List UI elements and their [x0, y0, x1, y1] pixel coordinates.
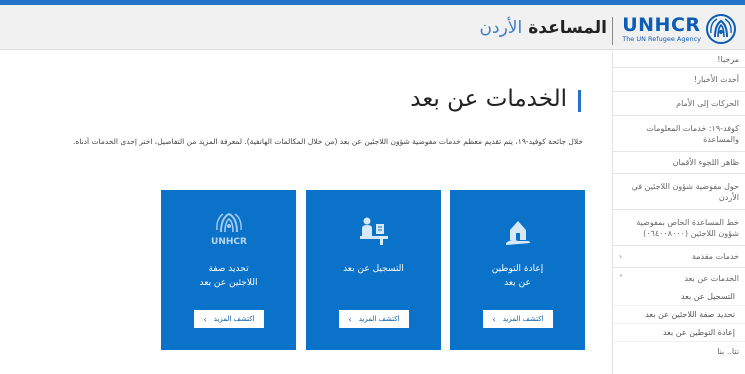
sidebar-item-label: حول مفوضية شؤون اللاجئين في الأردن	[631, 181, 739, 202]
site-title-bold: المساعدة	[528, 18, 607, 38]
sidebar-nav: مرحبا! أحدث الأخبار! الحركات إلى الأمام …	[612, 51, 745, 374]
logo-wordmark: UNHCR	[622, 13, 701, 36]
registration-icon	[359, 217, 388, 245]
sidebar-item-label: ظاهر اللجوء الأقمان	[672, 158, 739, 167]
unhcr-emblem-icon: UNHCR	[211, 212, 247, 247]
logo-tagline: The UN Refugee Agency	[622, 34, 701, 43]
sidebar-item-label: أحدث الأخبار!	[693, 75, 739, 84]
title-accent-bar	[578, 90, 581, 112]
chevron-right-icon: ›	[203, 314, 207, 324]
sidebar-item-label: الخدمات عن بعد	[684, 273, 739, 283]
sidebar-item-welcome[interactable]: مرحبا!	[613, 51, 745, 68]
sidebar-item-asylum[interactable]: ظاهر اللجوء الأقمان	[613, 152, 745, 174]
card-registration[interactable]: التسجيل عن بعد اكتشف المزيد ›	[306, 190, 441, 350]
learn-more-label: اكتشف المزيد	[358, 315, 400, 323]
card-title: تحديد صفة اللاجئين عن بعد	[161, 262, 296, 290]
sidebar-item-label: خدمات مقدمة	[691, 252, 739, 261]
card-icon-wrap: UNHCR	[161, 210, 296, 250]
card-title: التسجيل عن بعد	[306, 262, 441, 276]
card-icon-text: UNHCR	[211, 237, 247, 247]
chevron-right-icon: ›	[492, 314, 496, 324]
card-title-line2: عن بعد	[504, 278, 531, 288]
site-title[interactable]: المساعدةالأردن	[480, 18, 607, 38]
sidebar-subitem-resettlement[interactable]: إعادة التوطين عن بعد	[613, 324, 745, 342]
card-resettlement[interactable]: إعادة التوطين عن بعد اكتشف المزيد ›	[450, 190, 585, 350]
site-header: UNHCR The UN Refugee Agency المساعدةالأر…	[0, 5, 745, 50]
site-title-light: الأردن	[479, 18, 523, 38]
sidebar-item-helpline[interactable]: خط المساعدة الخاص بمفوضية شؤون اللاجئين …	[613, 210, 745, 246]
card-icon-wrap	[450, 210, 585, 250]
sidebar-subitem-rsd[interactable]: تحديد صفة اللاجئين عن بعد	[613, 306, 745, 324]
sidebar-item-remote-services[interactable]: الخدمات عن بعد ˅	[613, 268, 745, 288]
header-divider	[612, 17, 613, 45]
sidebar-item-last[interactable]: نتا.. بنا	[613, 342, 745, 360]
page-title: الخدمات عن بعد	[410, 86, 567, 112]
chevron-right-icon: ›	[348, 314, 352, 324]
card-title-line1: التسجيل عن بعد	[343, 264, 404, 274]
sidebar-item-label: خط المساعدة الخاص بمفوضية شؤون اللاجئين …	[636, 217, 739, 238]
chevron-left-icon: ‹	[619, 252, 623, 261]
sidebar-item-label: نتا.. بنا	[717, 346, 739, 356]
unhcr-emblem-icon	[706, 14, 736, 44]
card-icon-wrap	[306, 210, 441, 250]
sidebar-item-news[interactable]: أحدث الأخبار!	[613, 68, 745, 92]
card-title-line2: اللاجئين عن بعد	[199, 278, 258, 288]
sidebar-item-about[interactable]: حول مفوضية شؤون اللاجئين في الأردن	[613, 174, 745, 210]
sidebar-subitem-registration[interactable]: التسجيل عن بعد	[613, 288, 745, 306]
learn-more-button[interactable]: اكتشف المزيد ›	[483, 310, 553, 328]
learn-more-label: اكتشف المزيد	[502, 315, 544, 323]
learn-more-button[interactable]: اكتشف المزيد ›	[194, 310, 264, 328]
card-title-line1: تحديد صفة	[208, 264, 249, 274]
card-title: إعادة التوطين عن بعد	[450, 262, 585, 290]
chevron-down-icon: ˅	[619, 273, 623, 283]
sidebar-item-label: الحركات إلى الأمام	[676, 99, 739, 108]
sidebar-item-covid[interactable]: كوفد-١٩: خدمات المعلومات والمساعدة	[613, 116, 745, 152]
learn-more-label: اكتشف المزيد	[213, 315, 255, 323]
unhcr-logo[interactable]: UNHCR The UN Refugee Agency	[622, 13, 737, 45]
sidebar-item-services[interactable]: خدمات مقدمة ‹	[613, 246, 745, 268]
house-hand-icon	[505, 221, 530, 245]
intro-text: خلال جائحة كوفيد-١٩، يتم تقديم معظم خدما…	[73, 137, 583, 146]
card-title-line1: إعادة التوطين	[491, 264, 544, 274]
sidebar-item-moving-forward[interactable]: الحركات إلى الأمام	[613, 92, 745, 116]
sidebar-item-label: مرحبا!	[717, 54, 739, 64]
sidebar-item-label: كوفد-١٩: خدمات المعلومات والمساعدة	[646, 123, 739, 144]
learn-more-button[interactable]: اكتشف المزيد ›	[339, 310, 409, 328]
card-rsd[interactable]: UNHCR تحديد صفة اللاجئين عن بعد اكتشف ال…	[161, 190, 296, 350]
